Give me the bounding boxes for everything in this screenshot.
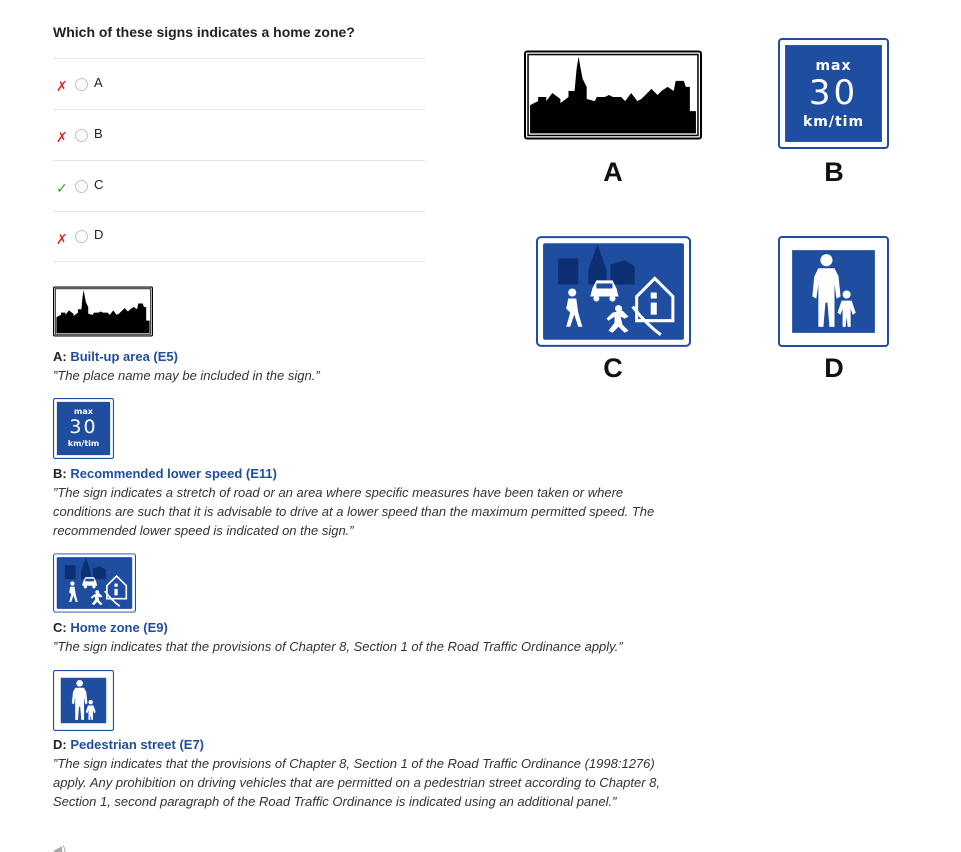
- explanation-b-title: B: Recommended lower speed (E11): [53, 466, 277, 481]
- option-a[interactable]: ✗ A: [53, 58, 425, 109]
- option-label[interactable]: D: [94, 227, 103, 242]
- pedestrian-street-sign-icon: [778, 236, 889, 347]
- pedestrian-thumb-icon: [53, 670, 114, 731]
- explanation-d-title: D: Pedestrian street (E7): [53, 737, 205, 752]
- explanation-c-link[interactable]: Home zone (E9): [70, 620, 168, 635]
- explanation-a-link[interactable]: Built-up area (E5): [70, 349, 178, 364]
- grid-letter-a: A: [603, 157, 623, 187]
- explanation-b-link[interactable]: Recommended lower speed (E11): [70, 466, 277, 481]
- explanation-c-text: ”The sign indicates that the provisions …: [53, 639, 623, 654]
- wrong-mark-icon: ✗: [56, 78, 68, 94]
- radio-a[interactable]: [75, 77, 88, 91]
- radio-c[interactable]: [75, 179, 88, 193]
- option-b[interactable]: ✗ B: [53, 109, 425, 160]
- option-d[interactable]: ✗ D: [53, 211, 425, 262]
- answer-options: ✗ A ✗ B ✓ C ✗ D: [53, 58, 425, 262]
- speaker-icon[interactable]: ◀): [53, 843, 66, 852]
- thumb-speed-text: 30: [69, 416, 98, 438]
- explanation-d-link[interactable]: Pedestrian street (E7): [70, 737, 204, 752]
- option-c[interactable]: ✓ C: [53, 160, 425, 211]
- grid-letter-d: D: [824, 353, 844, 383]
- thumb-max-text: max: [74, 407, 93, 416]
- explanation-a-title: A: Built-up area (E5): [53, 349, 178, 364]
- builtup-area-sign-icon: [524, 50, 702, 140]
- sign-unit-text: km/tim: [802, 114, 865, 130]
- radio-d[interactable]: [75, 230, 88, 243]
- sign-speed-text: 30: [808, 73, 859, 113]
- explanation-d-text: ”The sign indicates that the provisions …: [53, 756, 661, 809]
- option-label[interactable]: A: [94, 75, 103, 90]
- home-zone-thumb-icon: [53, 553, 136, 613]
- option-label[interactable]: C: [94, 177, 103, 192]
- wrong-mark-icon: ✗: [56, 230, 68, 247]
- explanation-a-text: ”The place name may be included in the s…: [53, 368, 320, 383]
- builtup-area-thumb-icon: [53, 286, 153, 337]
- speed-thumb-icon: max 30 km/tim: [53, 398, 114, 459]
- grid-letter-b: B: [824, 157, 844, 187]
- correct-mark-icon: ✓: [56, 180, 68, 196]
- explanation-b-text: ”The sign indicates a stretch of road or…: [53, 485, 655, 538]
- question-text: Which of these signs indicates a home zo…: [53, 24, 355, 40]
- wrong-mark-icon: ✗: [56, 129, 68, 145]
- option-label[interactable]: B: [94, 126, 103, 141]
- sign-max-text: max: [815, 58, 852, 74]
- speed-sign-icon: max 30 km/tim: [778, 38, 889, 149]
- home-zone-sign-icon: [536, 236, 691, 347]
- radio-b[interactable]: [75, 128, 88, 142]
- explanation-c-title: C: Home zone (E9): [53, 620, 168, 635]
- thumb-unit-text: km/tim: [67, 439, 100, 448]
